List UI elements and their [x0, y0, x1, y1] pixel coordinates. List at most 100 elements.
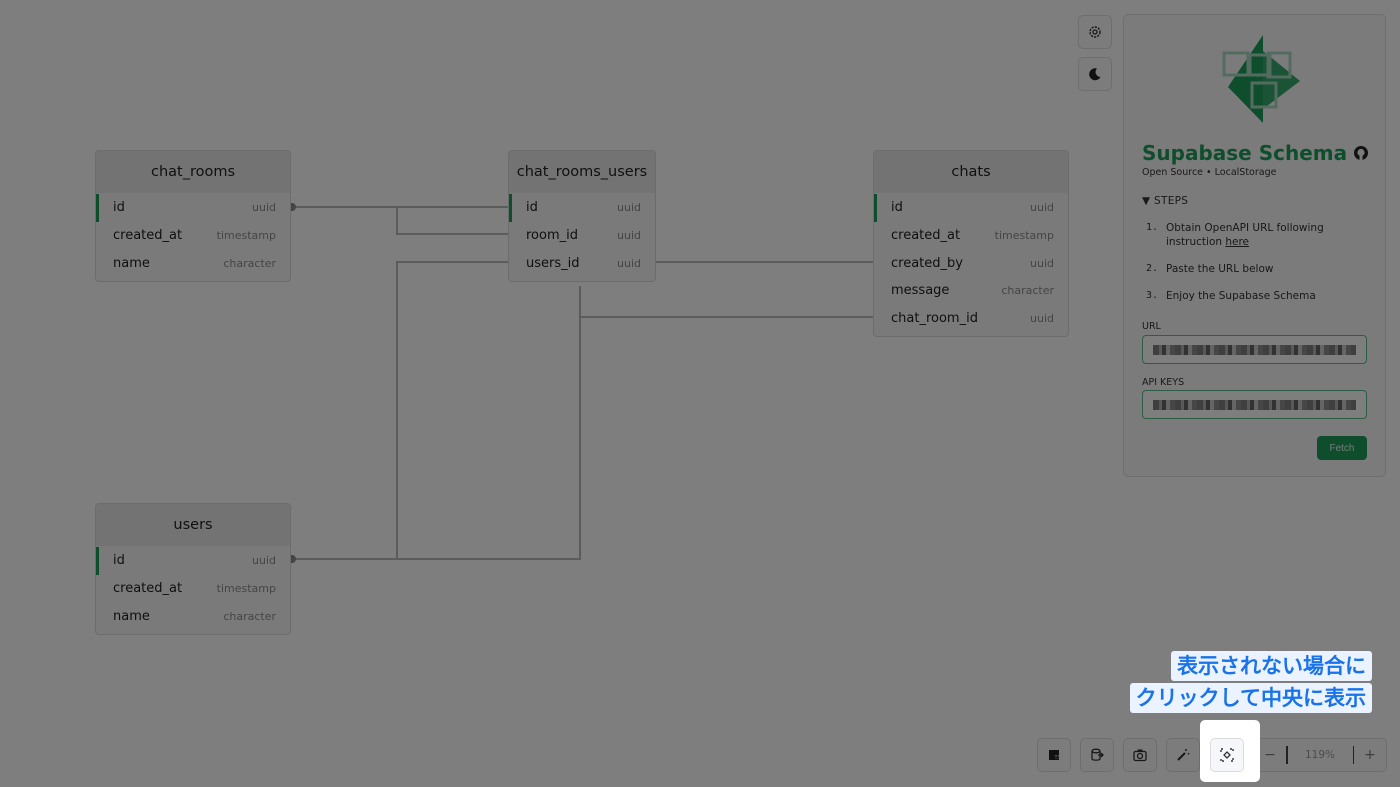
steps-list: 1. Obtain OpenAPI URL following instructi… — [1146, 221, 1376, 316]
relation-line — [291, 261, 510, 560]
column-name: room_id — [526, 228, 578, 244]
dark-mode-toggle[interactable] — [1078, 57, 1112, 91]
column-type: character — [223, 609, 276, 623]
url-input[interactable] — [1142, 335, 1367, 364]
relation-line — [397, 286, 581, 560]
table-title: chat_rooms — [96, 151, 290, 193]
column-row[interactable]: name character — [96, 602, 290, 630]
column-row[interactable]: chat_room_id uuid — [874, 305, 1068, 333]
column-name: id — [891, 200, 903, 216]
zoom-in-button[interactable]: + — [1354, 747, 1386, 763]
column-row[interactable]: created_at timestamp — [96, 222, 290, 250]
annotation-callout: 表示されない場合に クリックして中央に表示 — [1129, 651, 1372, 713]
column-row[interactable]: message character — [874, 277, 1068, 305]
annotation-line: クリックして中央に表示 — [1129, 683, 1372, 713]
column-type: uuid — [617, 256, 641, 270]
column-type: uuid — [617, 201, 641, 215]
column-row[interactable]: id uuid — [509, 194, 655, 222]
column-row[interactable]: created_at timestamp — [96, 575, 290, 603]
redacted-value — [1153, 399, 1356, 410]
step-text: Obtain OpenAPI URL following instruction… — [1166, 221, 1376, 249]
table-title: users — [96, 504, 290, 546]
camera-icon — [1133, 749, 1147, 762]
typescript-export-button[interactable]: TS — [1037, 738, 1071, 772]
column-type: timestamp — [216, 229, 276, 243]
column-name: created_at — [113, 228, 183, 244]
step-text: Enjoy the Supabase Schema — [1166, 290, 1316, 302]
api-keys-input[interactable] — [1142, 390, 1367, 419]
column-row[interactable]: id uuid — [96, 547, 290, 575]
zoom-controls: − 119% + — [1253, 738, 1387, 772]
auto-arrange-button[interactable] — [1166, 738, 1200, 772]
column-name: created_at — [113, 581, 183, 597]
url-label: URL — [1142, 321, 1161, 332]
column-type: character — [1001, 284, 1054, 298]
column-name: created_at — [891, 228, 961, 244]
fetch-button[interactable]: Fetch — [1317, 436, 1367, 460]
app-title: Supabase Schema — [1142, 141, 1369, 165]
sql-export-button[interactable] — [1080, 738, 1114, 772]
svg-text:TS: TS — [1054, 755, 1061, 761]
column-name: created_by — [891, 255, 963, 271]
column-row[interactable]: created_at timestamp — [874, 222, 1068, 250]
typescript-icon: TS — [1049, 750, 1061, 761]
app-name: Supabase Schema — [1142, 141, 1348, 165]
column-row[interactable]: id uuid — [96, 194, 290, 222]
column-name: id — [526, 200, 538, 216]
column-row[interactable]: created_by uuid — [874, 249, 1068, 277]
api-keys-label: API KEYS — [1142, 377, 1185, 388]
step-number: 1. — [1146, 222, 1159, 233]
focus-center-icon — [1220, 748, 1234, 762]
column-row[interactable]: name character — [96, 249, 290, 277]
column-name: name — [113, 255, 150, 271]
step-number: 3. — [1146, 290, 1159, 301]
screenshot-button[interactable] — [1123, 738, 1157, 772]
database-export-icon — [1091, 748, 1104, 761]
highlight-box — [1200, 720, 1260, 782]
table-title: chat_rooms_users — [509, 151, 655, 193]
relation-line — [396, 207, 510, 235]
column-type: timestamp — [216, 582, 276, 596]
table-users[interactable]: users id uuid created_at timestamp name cha… — [95, 503, 291, 636]
step-number: 2. — [1146, 263, 1159, 274]
connection-panel: Supabase Schema Open Source • LocalStora… — [1123, 14, 1386, 477]
step-item: 3. Enjoy the Supabase Schema — [1146, 289, 1376, 303]
table-chat-rooms-users[interactable]: chat_rooms_users id uuid room_id uuid user… — [508, 150, 656, 283]
redacted-value — [1153, 344, 1356, 355]
app-logo-icon — [1222, 35, 1300, 123]
instruction-link[interactable]: here — [1225, 236, 1249, 248]
column-type: uuid — [1030, 256, 1054, 270]
step-text: Paste the URL below — [1166, 263, 1274, 275]
app-subtitle: Open Source • LocalStorage — [1142, 167, 1277, 178]
column-type: timestamp — [994, 229, 1054, 243]
steps-toggle[interactable]: ▼ STEPS — [1142, 195, 1188, 207]
column-type: character — [223, 256, 276, 270]
column-name: users_id — [526, 255, 580, 271]
table-title: chats — [874, 151, 1068, 193]
column-type: uuid — [252, 201, 276, 215]
moon-icon — [1089, 68, 1101, 81]
step-item: 1. Obtain OpenAPI URL following instructi… — [1146, 221, 1376, 249]
github-icon[interactable] — [1353, 145, 1369, 161]
table-chats[interactable]: chats id uuid created_at timestamp created… — [873, 150, 1069, 338]
annotation-line: 表示されない場合に — [1171, 651, 1372, 681]
column-type: uuid — [252, 554, 276, 568]
magic-wand-icon — [1177, 749, 1190, 761]
column-type: uuid — [1030, 201, 1054, 215]
column-name: chat_room_id — [891, 311, 978, 327]
column-name: message — [891, 283, 950, 299]
table-chat-rooms[interactable]: chat_rooms id uuid created_at timestamp na… — [95, 150, 291, 283]
column-row[interactable]: room_id uuid — [509, 222, 655, 250]
column-type: uuid — [1030, 312, 1054, 326]
settings-button[interactable] — [1078, 15, 1112, 49]
column-type: uuid — [617, 229, 641, 243]
column-name: id — [113, 553, 125, 569]
column-name: name — [113, 608, 150, 624]
column-row[interactable]: users_id uuid — [509, 249, 655, 277]
step-item: 2. Paste the URL below — [1146, 262, 1376, 276]
gear-icon — [1089, 26, 1101, 38]
column-name: id — [113, 200, 125, 216]
zoom-level: 119% — [1304, 749, 1336, 761]
center-view-button[interactable] — [1210, 738, 1244, 772]
column-row[interactable]: id uuid — [874, 194, 1068, 222]
